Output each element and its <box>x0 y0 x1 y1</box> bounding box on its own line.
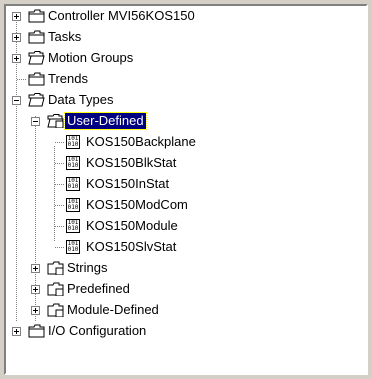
datatype-folder-icon <box>47 282 64 296</box>
tree-item-data-types[interactable]: Data Types <box>6 90 366 111</box>
tree-item-label: Motion Groups <box>48 50 134 65</box>
datatype-folder-icon <box>47 303 64 317</box>
datatype-folder-open-icon <box>47 114 64 128</box>
tree-connector <box>55 163 65 164</box>
tree-item-label: KOS150InStat <box>86 176 170 191</box>
tree-connector <box>55 184 65 185</box>
tree-connector <box>55 247 65 248</box>
folder-icon <box>28 9 45 23</box>
tree-item-motion-groups[interactable]: Motion Groups <box>6 48 366 69</box>
tree-item-label: KOS150Module <box>86 218 178 233</box>
tree-item-label: Predefined <box>67 281 130 296</box>
expand-toggle[interactable] <box>12 12 21 21</box>
tree-item-datatype[interactable]: 101 010 KOS150ModCom <box>6 195 366 216</box>
datatype-icon: 101 010 <box>66 198 80 212</box>
expand-toggle[interactable] <box>31 285 40 294</box>
datatype-folder-icon <box>47 261 64 275</box>
tree-item-label: Module-Defined <box>67 302 159 317</box>
tree-item-label: KOS150SlvStat <box>86 239 177 254</box>
tree-item-io-configuration[interactable]: I/O Configuration <box>6 321 366 342</box>
tree-item-label: KOS150ModCom <box>86 197 188 212</box>
tree-item-datatype[interactable]: 101 010 KOS150Backplane <box>6 132 366 153</box>
tree-item-datatype[interactable]: 101 010 KOS150InStat <box>6 174 366 195</box>
folder-icon <box>28 324 45 338</box>
datatype-icon: 101 010 <box>66 240 80 254</box>
datatype-icon: 101 010 <box>66 219 80 233</box>
tree-item-label: Trends <box>48 71 88 86</box>
datatype-icon: 101 010 <box>66 177 80 191</box>
collapse-toggle[interactable] <box>31 117 40 126</box>
tree-item-trends[interactable]: Trends <box>6 69 366 90</box>
tree-item-tasks[interactable]: Tasks <box>6 27 366 48</box>
tree-item-strings[interactable]: Strings <box>6 258 366 279</box>
tree-item-datatype[interactable]: 101 010 KOS150BlkStat <box>6 153 366 174</box>
tree-item-label: User-Defined <box>64 112 147 130</box>
tree-connector <box>17 79 26 80</box>
tree-item-label: KOS150Backplane <box>86 134 196 149</box>
datatype-icon: 101 010 <box>66 135 80 149</box>
tree-item-label: Strings <box>67 260 108 275</box>
folder-icon <box>28 72 45 86</box>
tree-item-datatype[interactable]: 101 010 KOS150Module <box>6 216 366 237</box>
tree-item-predefined[interactable]: Predefined <box>6 279 366 300</box>
tree-connector <box>55 142 65 143</box>
datatype-icon: 101 010 <box>66 156 80 170</box>
tree-connector <box>55 226 65 227</box>
folder-open-icon <box>28 93 45 107</box>
tree-item-user-defined[interactable]: User-Defined <box>6 111 366 132</box>
expand-toggle[interactable] <box>31 264 40 273</box>
tree-item-label: Data Types <box>48 92 114 107</box>
expand-toggle[interactable] <box>12 33 21 42</box>
tree-view-frame: Controller MVI56KOS150 Tasks Motion Grou… <box>4 4 368 375</box>
controller-organizer-tree[interactable]: Controller MVI56KOS150 Tasks Motion Grou… <box>6 6 366 373</box>
tree-item-module-defined[interactable]: Module-Defined <box>6 300 366 321</box>
tree-item-datatype[interactable]: 101 010 KOS150SlvStat <box>6 237 366 258</box>
tree-item-label: KOS150BlkStat <box>86 155 177 170</box>
tree-item-label: Tasks <box>48 29 82 44</box>
expand-toggle[interactable] <box>12 54 21 63</box>
folder-icon <box>28 30 45 44</box>
folder-open-icon <box>28 51 45 65</box>
tree-item-label: I/O Configuration <box>48 323 147 338</box>
expand-toggle[interactable] <box>31 306 40 315</box>
tree-connector <box>55 205 65 206</box>
collapse-toggle[interactable] <box>12 96 21 105</box>
tree-item-label: Controller MVI56KOS150 <box>48 8 195 23</box>
expand-toggle[interactable] <box>12 327 21 336</box>
tree-item-controller[interactable]: Controller MVI56KOS150 <box>6 6 366 27</box>
